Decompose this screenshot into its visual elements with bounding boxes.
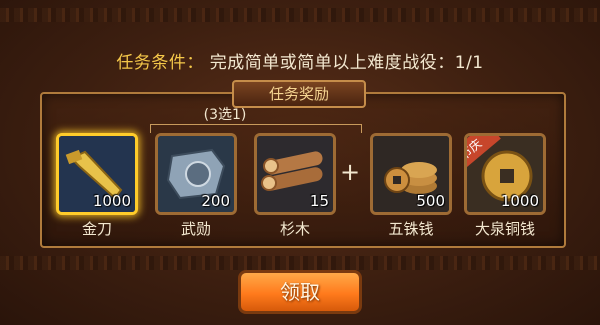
plus-sign: +: [340, 158, 361, 186]
bottom-decorative-band: [0, 256, 600, 270]
item-name: 杉木: [279, 220, 310, 238]
item-count: 200: [201, 192, 230, 210]
top-decorative-band: [0, 8, 600, 22]
reward-item-golden-blade[interactable]: 1000: [56, 133, 138, 215]
choose-one-hint: (3选1): [203, 107, 247, 123]
item-count: 15: [309, 192, 329, 210]
item-name: 金刀: [81, 220, 112, 238]
item-count: 500: [416, 192, 445, 210]
reward-item-daquan-copper-coin[interactable]: 节庆 1000: [464, 133, 546, 215]
reward-item-military-merit[interactable]: 200: [155, 133, 237, 215]
claim-button[interactable]: 领取: [238, 270, 362, 314]
item-name: 五铢钱: [388, 220, 434, 238]
item-name: 大泉铜钱: [474, 220, 535, 238]
condition-label: 任务条件：: [116, 53, 204, 73]
item-count: 1000: [500, 192, 539, 210]
item-name: 武勋: [180, 220, 211, 238]
item-count: 1000: [92, 192, 131, 210]
mission-condition: 任务条件： 完成简单或简单以上难度战役：1/1: [0, 48, 600, 73]
condition-text: 完成简单或简单以上难度战役：1/1: [209, 53, 484, 73]
reward-item-wuzhu-coins[interactable]: 500: [370, 133, 452, 215]
reward-item-fir-wood[interactable]: 15: [254, 133, 336, 215]
choose-group-bracket: [150, 124, 362, 133]
